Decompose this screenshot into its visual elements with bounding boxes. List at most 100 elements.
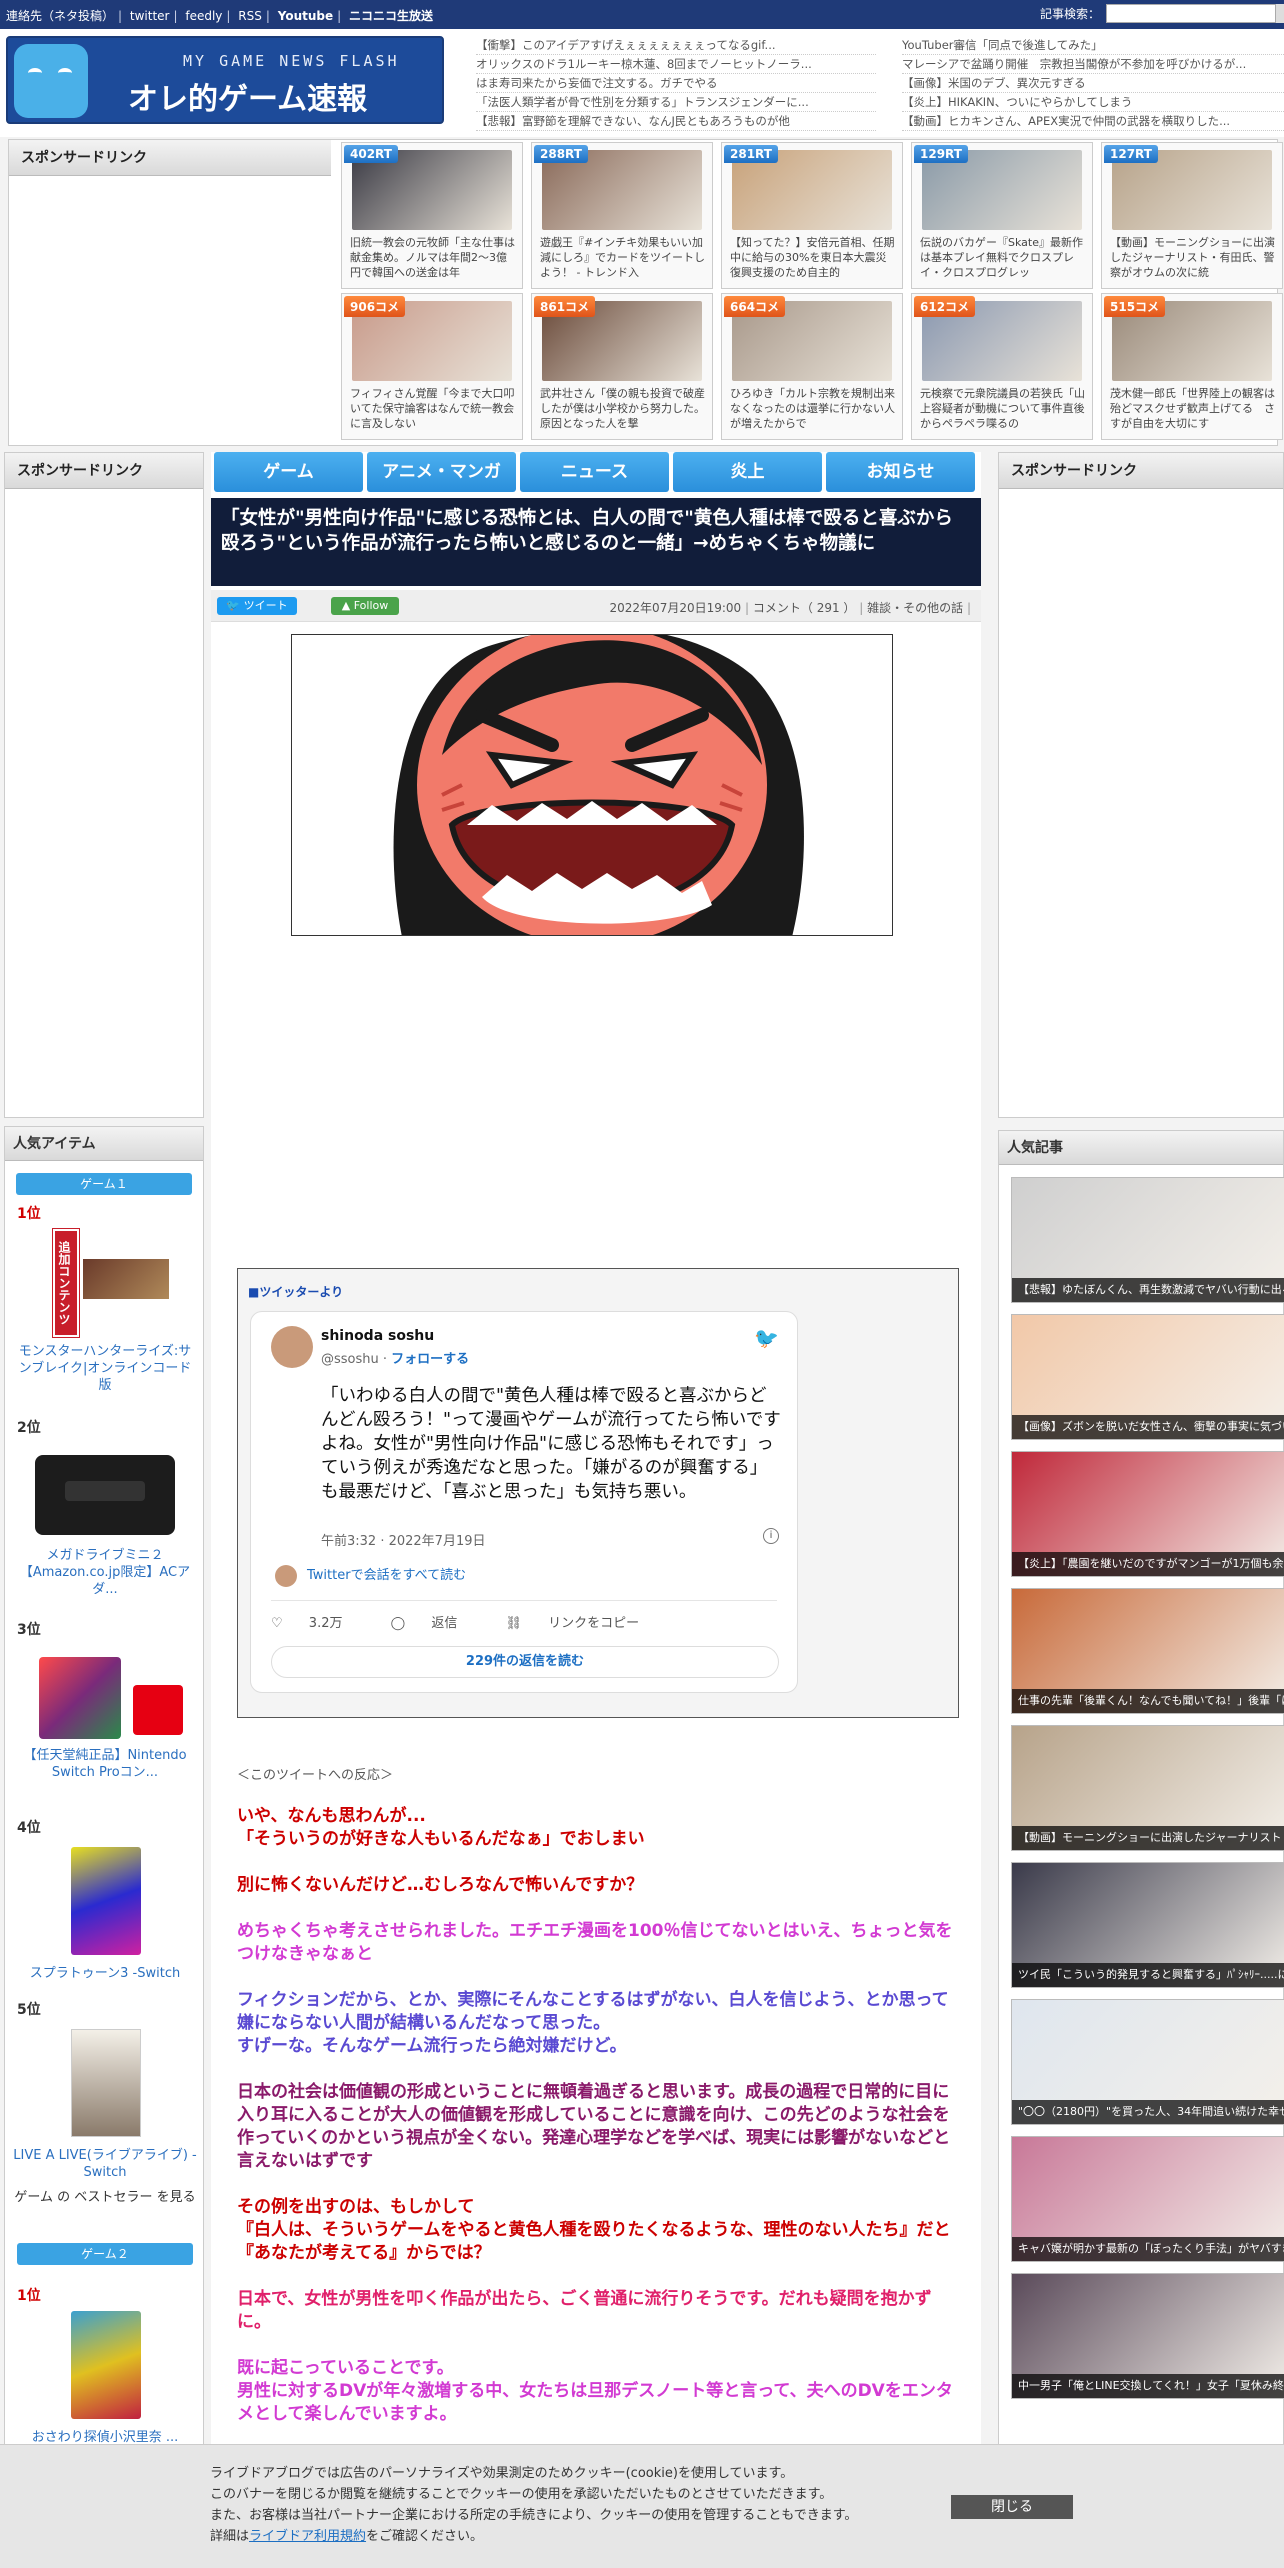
right-sponsor-title: スポンサードリンク [999, 453, 1283, 489]
reply-icon: ◯ [390, 1616, 406, 1631]
read-conversation-link[interactable]: Twitterで会話をすべて読む [275, 1564, 466, 1587]
popular-article[interactable]: 中一男子「俺とLINE交換してくれ！」女子「夏休み終わるまでに私より背が高くなっ… [1011, 2273, 1284, 2399]
top-bar: 連絡先（ネタ投稿） | twitter | feedly | RSS | Youtube… [0, 0, 1284, 29]
top-thumbnail[interactable]: 515コメ 茂木健一郎氏「世界陸上の観客は殆どマスクせず歓声上げてる さすが自由を… [1101, 293, 1283, 440]
comment-link[interactable]: コメント（ 291 ） [753, 601, 856, 615]
popular-article[interactable]: 【画像】ズボンを脱いだ女性さん、衝撃の事実に気づいてしまい赤面してしまうｗｗｗｗ… [1011, 1314, 1284, 1440]
twitter-logo-icon[interactable]: 🐦 [754, 1326, 779, 1350]
read-replies-button[interactable]: 229件の返信を読む [271, 1646, 779, 1678]
rank-image[interactable] [25, 1841, 185, 1955]
tweet-button[interactable]: 🐦 ツイート [217, 597, 297, 615]
top-thumbnail[interactable]: 281RT 【知ってた？】安倍元首相、任期中に給与の30%を東日本大震災復興支援の… [721, 142, 903, 289]
left-column: スポンサードリンク 人気アイテム ゲーム１ 1位 追加コンテンツ モンスターハン… [4, 452, 204, 2568]
tab-enjo[interactable]: 炎上 [673, 452, 822, 492]
headline-link[interactable]: 【衝撃】このアイデアすげえぇぇぇぇぇぇぇってなるgif... [476, 36, 876, 55]
copy-link-button[interactable]: ⛓ リンクをコピー [505, 1616, 661, 1631]
tab-game[interactable]: ゲーム [214, 452, 363, 492]
top-links: 連絡先（ネタ投稿） | twitter | feedly | RSS | Youtube… [6, 9, 434, 23]
twitter-link[interactable]: twitter [130, 9, 170, 23]
rank-position: 1位 [17, 1206, 41, 1222]
tweet-author-handle: @ssoshu · フォローする [321, 1352, 470, 1367]
popular-article-caption: 【動画】モーニングショーに出演したジャーナリスト・有田氏、警察がオウムの次に統一… [1012, 1826, 1284, 1850]
like-button[interactable]: ♡ 3.2万 [271, 1616, 364, 1631]
reaction-comment: その例を出すのは、もしかして 『白人は、そういうゲームをやると黄色人種を殴りたくな… [237, 2197, 951, 2263]
ranking-group2[interactable]: ゲーム２ [17, 2243, 193, 2265]
youtube-link[interactable]: Youtube [278, 9, 333, 23]
popular-article[interactable]: 【動画】モーニングショーに出演したジャーナリスト・有田氏、警察がオウムの次に統一… [1011, 1725, 1284, 1851]
headline-link[interactable]: はま寿司来たから妄価で注文する。ガチでやる [476, 74, 876, 93]
bestseller-link[interactable]: ゲーム の ベストセラー を見る [13, 2189, 197, 2206]
reply-button[interactable]: ◯ 返信 [391, 1616, 480, 1631]
tweet-avatar[interactable] [271, 1326, 313, 1368]
top-thumbnail[interactable]: 612コメ 元検察で元衆院議員の若狭氏「山上容疑者が動機について事件直後からペラペ… [911, 293, 1093, 440]
terms-link[interactable]: ライブドア利用規約 [249, 2529, 366, 2544]
info-icon[interactable]: i [763, 1528, 779, 1544]
tab-notice[interactable]: お知らせ [826, 452, 975, 492]
headline-link[interactable]: 【画像】米国のデブ、異次元すぎる [902, 74, 1284, 93]
search-label: 記事検索： [1039, 7, 1100, 21]
sponsor-box-top: スポンサードリンク [9, 140, 331, 445]
contact-link[interactable]: 連絡先（ネタ投稿） [6, 9, 114, 23]
top-thumbnail[interactable]: 664コメ ひろゆき「カルト宗教を規制出来なくなったのは還挙に行かない人が増えたか… [721, 293, 903, 440]
rank-image[interactable]: 追加コンテンツ [25, 1228, 185, 1339]
tab-anime-manga[interactable]: アニメ・マンガ [367, 452, 516, 492]
top-thumbnail[interactable]: 861コメ 武井壮さん「僕の親も投資で破産したが僕は小学校から努力した。原因となっ… [531, 293, 713, 440]
search-input[interactable] [1106, 4, 1276, 23]
headline-link[interactable]: YouTuber審信「同点で後進してみた」 [902, 36, 1284, 55]
rank-title[interactable]: モンスターハンターライズ:サンブレイク|オンラインコード版 [13, 1343, 197, 1394]
tweet-text: 「いわゆる白人の間で"黄色人種は棒で殴ると喜ぶからどんどん殴ろう！"って漫画やゲ… [321, 1386, 781, 1502]
rank-image[interactable] [25, 1643, 185, 1743]
thumbnail-caption: 旧統一教会の元牧師「主な仕事は献金集め。ノルマは年間2～3億円で韓国への送金は年 [350, 236, 515, 279]
popular-article[interactable]: 【炎上】「農園を継いだのですがマンゴーが1万個も余って困ってます！赤字覚悟で売り… [1011, 1451, 1284, 1577]
niconico-link[interactable]: ニコニコ生放送 [349, 9, 433, 23]
popular-article-caption: 【炎上】「農園を継いだのですがマンゴーが1万個も余って困ってます！赤字覚悟で売り… [1012, 1552, 1284, 1576]
rank-title[interactable]: LIVE A LIVE(ライブアライブ) -Switch [13, 2147, 197, 2181]
rank-position: 3位 [17, 1622, 41, 1638]
feedly-link[interactable]: feedly [185, 9, 222, 23]
popular-article[interactable]: 仕事の先輩「後輩くん！なんでも聞いてね！」後輩「はい！」→ ヤバすぎる質問をされ… [1011, 1588, 1284, 1714]
popular-article[interactable]: "〇〇（2180円）"を買った人、34年間追い続けた幸せが手に入ったことに気づき… [1011, 1999, 1284, 2125]
category-link[interactable]: 雑談・その他の話 [867, 601, 963, 615]
headline-link[interactable]: 「法医人類学者が骨で性別を分類する」トランスジェンダーに... [476, 93, 876, 112]
tweet-embed-section: ■ツイッターより shinoda soshu @ssoshu · フォローする … [237, 1268, 959, 1718]
headline-link[interactable]: 【動画】ヒカキンさん、APEX実況で仲間の武器を横取りした... [902, 112, 1284, 131]
site-logo[interactable]: MY GAME NEWS FLASH オレ的ゲーム速報@JIN [6, 36, 444, 124]
category-nav: ゲーム アニメ・マンガ ニュース 炎上 お知らせ [214, 452, 978, 492]
top-thumbnail[interactable]: 288RT 遊戯王『#インチキ効果もいい加減にしろ』でカードをツイートしよう！ -… [531, 142, 713, 289]
rank-title[interactable]: スプラトゥーン3 -Switch [13, 1965, 197, 1982]
top-thumbnail[interactable]: 127RT 【動画】モーニングショーに出演したジャーナリスト・有田氏、警察がオウム… [1101, 142, 1283, 289]
cookie-close-button[interactable]: 閉じる [951, 2495, 1073, 2519]
top-thumbnail[interactable]: 906コメ フィフィさん覚醒「今まで大口叩いてた保守論客はなんで統一教会に言及しな… [341, 293, 523, 440]
rank-image[interactable] [25, 2023, 185, 2137]
popular-article-caption: 中一男子「俺とLINE交換してくれ！」女子「夏休み終わるまでに私より背が高くなっ… [1012, 2374, 1284, 2398]
headline-link[interactable]: 【炎上】HIKAKIN、ついにやらかしてしまう [902, 93, 1284, 112]
rt-count-badge: 281RT [724, 145, 778, 163]
tweet-follow-link[interactable]: フォローする [391, 1352, 469, 1367]
mascot-icon [14, 44, 88, 118]
rank-image[interactable] [25, 1441, 185, 1541]
rank-image[interactable] [25, 2311, 185, 2421]
feedly-follow-button[interactable]: ▲ Follow [331, 597, 399, 615]
reaction-comment: フィクションだから、とか、実際にそんなことするはずがない、白人を信じよう、とか思… [237, 1990, 949, 2056]
rss-link[interactable]: RSS [238, 9, 262, 23]
rank-title[interactable]: メガドライブミニ２【Amazon.co.jp限定】ACアダ... [13, 1547, 197, 1598]
popular-article[interactable]: キャバ嬢が明かす最新の「ぼったくり手法」がヤバすぎるｗｗｗｗ これ騙されない奴い… [1011, 2136, 1284, 2262]
headline-link[interactable]: マレーシアで盆踊り開催 宗教担当閣僚が不参加を呼びかけるが... [902, 55, 1284, 74]
popular-article[interactable]: 【悲報】ゆたぼんくん、再生数激減でヤバい行動に出る・・・これはアカン [1011, 1177, 1284, 1303]
popular-article[interactable]: ツイ民「こういう的発見すると興奮する」ﾊﾟｼｬﾘｰ.....に怯える人が続出して… [1011, 1862, 1284, 1988]
headline-link[interactable]: 【悲報】富野節を理解できない、なんJ民ともあろうものが他 [476, 112, 876, 131]
ranking-group1[interactable]: ゲーム１ [16, 1173, 192, 1195]
rank-title[interactable]: 【任天堂純正品】Nintendo Switch Proコン... [13, 1747, 197, 1781]
thumbnail-caption: 【知ってた？】安倍元首相、任期中に給与の30%を東日本大震災復興支援のため自主的 [730, 236, 895, 279]
tweet-author-name[interactable]: shinoda soshu [321, 1328, 434, 1344]
article-title: 「女性が"男性向け作品"に感じる恐怖とは、白人の間で"黄色人種は棒で殴ると喜ぶか… [211, 498, 981, 586]
tweet-date[interactable]: 午前3:32 · 2022年7月19日 [321, 1530, 486, 1549]
reactions-header: ＜このツイートへの反応＞ [237, 1768, 394, 1783]
search-button[interactable] [1276, 4, 1284, 23]
headline-link[interactable]: オリックスのドラ1ルーキー椋木蓮、8回までノーヒットノーラ... [476, 55, 876, 74]
tab-news[interactable]: ニュース [520, 452, 669, 492]
top-thumbnail[interactable]: 402RT 旧統一教会の元牧師「主な仕事は献金集め。ノルマは年間2～3億円で韓国へ… [341, 142, 523, 289]
embedded-tweet[interactable]: shinoda soshu @ssoshu · フォローする 🐦 「いわゆる白人… [250, 1311, 798, 1693]
article-info: 2022年07月20日19:00 | コメント（ 291 ） | 雑談・その他の… [609, 601, 971, 615]
top-thumbnail[interactable]: 129RT 伝説のバカゲー『Skate』最新作は基本プレイ無料でクロスプレイ・クロ… [911, 142, 1093, 289]
